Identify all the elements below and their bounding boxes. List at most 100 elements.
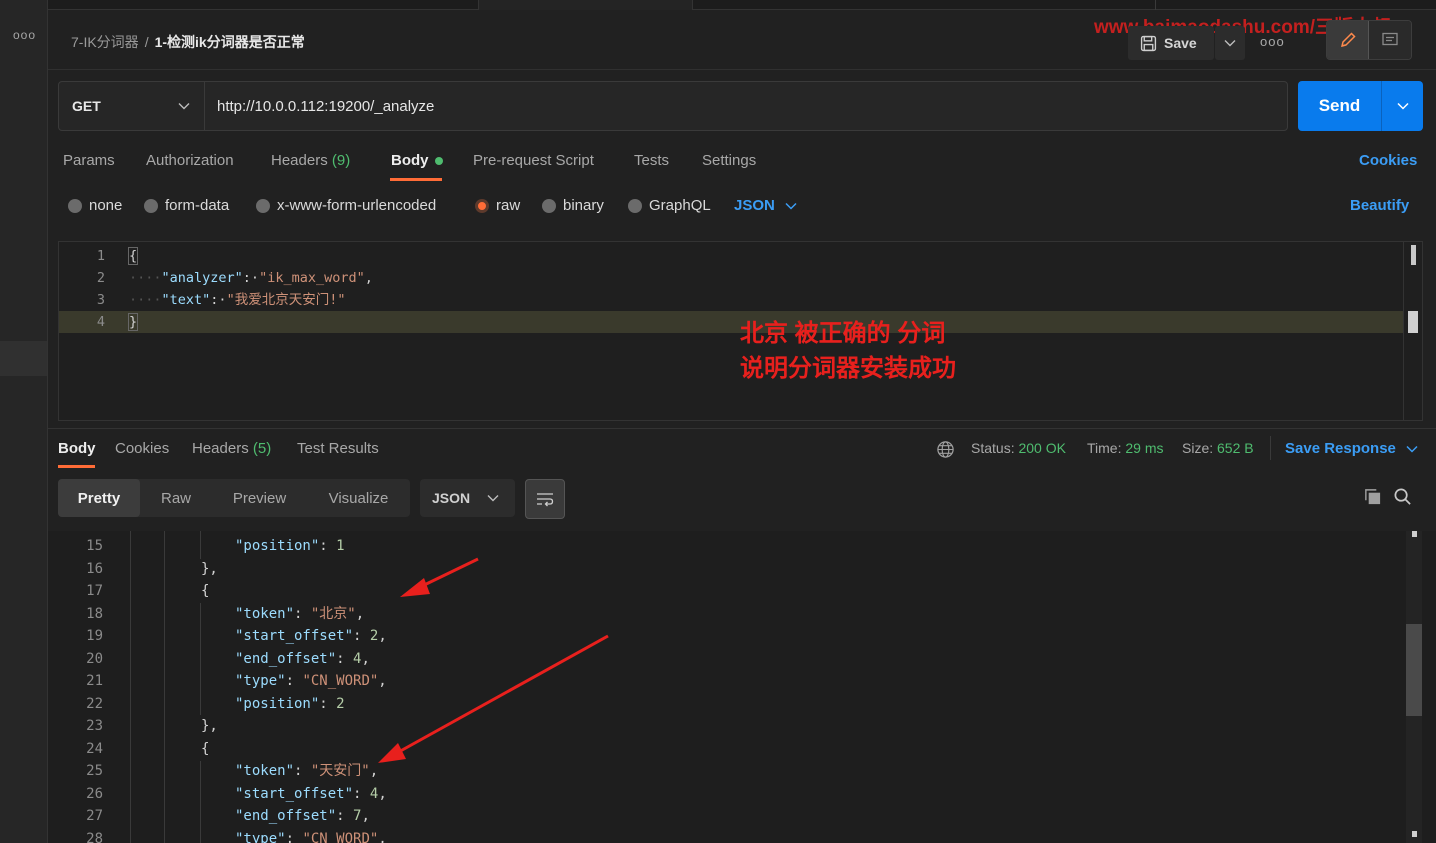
view-pretty[interactable]: Pretty	[58, 479, 140, 517]
tab-headers[interactable]: Headers (9)	[271, 152, 350, 169]
body-type-urlencoded[interactable]: x-www-form-urlencoded	[256, 197, 436, 214]
documentation-mode-button[interactable]	[1369, 21, 1411, 59]
body-type-label: form-data	[165, 197, 230, 214]
tab-tests[interactable]: Tests	[634, 152, 669, 169]
scroll-up-arrow-icon[interactable]	[1412, 531, 1417, 537]
body-type-graphql[interactable]: GraphQL	[628, 197, 711, 214]
view-visualize[interactable]: Visualize	[307, 479, 410, 517]
line-number: 27	[86, 808, 103, 824]
tab-body[interactable]: Body	[391, 152, 443, 169]
code-content: "position": 1	[235, 538, 345, 554]
tab-params[interactable]: Params	[63, 152, 115, 169]
chevron-down-icon	[487, 495, 499, 502]
status-divider	[1270, 436, 1271, 460]
code-text: }	[127, 313, 139, 331]
breadcrumb-request-name[interactable]: 1-检测ik分词器是否正常	[155, 34, 305, 50]
tab-pre-request-script[interactable]: Pre-request Script	[473, 152, 594, 169]
annotation-line-2: 说明分词器安装成功	[740, 355, 956, 382]
json-key: "token"	[235, 763, 295, 779]
copy-icon[interactable]	[1363, 487, 1382, 506]
json-value: 1	[336, 538, 345, 554]
response-line: 21 "type": "CN_WORD",	[48, 670, 1408, 693]
json-key: "analyzer"	[161, 270, 243, 286]
wrap-lines-button[interactable]	[525, 479, 565, 519]
response-tab-body[interactable]: Body	[58, 440, 96, 457]
response-tab-headers-count: (5)	[252, 440, 272, 457]
sidebar: ooo	[0, 0, 48, 843]
radio-icon	[542, 198, 556, 213]
radio-selected-icon	[475, 198, 489, 213]
response-tab-headers[interactable]: Headers (5)	[192, 440, 271, 457]
response-size[interactable]: Size: 652 B	[1182, 440, 1254, 456]
chevron-down-icon	[1396, 102, 1409, 110]
more-options-icon[interactable]: ooo	[1260, 34, 1285, 49]
punctuation: ,	[378, 628, 387, 644]
json-key: "token"	[235, 605, 295, 622]
save-button[interactable]: Save	[1128, 26, 1214, 60]
method-label: GET	[72, 98, 101, 114]
send-button[interactable]: Send	[1298, 81, 1382, 131]
scroll-down-arrow-icon[interactable]	[1412, 831, 1417, 837]
punctuation: ,	[369, 763, 379, 779]
search-icon[interactable]	[1393, 487, 1412, 506]
save-response-button[interactable]: Save Response	[1285, 440, 1418, 457]
response-divider[interactable]	[48, 428, 1436, 429]
response-tab-cookies[interactable]: Cookies	[115, 440, 169, 457]
save-dropdown-button[interactable]	[1215, 26, 1245, 60]
body-format-select[interactable]: JSON	[734, 197, 797, 214]
code-content: "token": "北京",	[235, 605, 365, 622]
globe-icon[interactable]	[936, 440, 955, 459]
code-text: },	[201, 718, 218, 734]
response-status[interactable]: Status: 200 OK	[971, 440, 1066, 456]
response-line: 24 {	[48, 738, 1408, 761]
editor-scrollbar[interactable]	[1411, 245, 1416, 265]
body-type-binary[interactable]: binary	[542, 197, 604, 214]
size-label: Size:	[1182, 440, 1214, 456]
send-options-button[interactable]	[1382, 81, 1423, 131]
more-icon[interactable]: ooo	[13, 28, 36, 42]
response-format-select[interactable]: JSON	[420, 479, 515, 517]
json-value: 2	[336, 695, 345, 712]
sidebar-selected-item[interactable]	[0, 341, 47, 376]
code-text: {	[127, 247, 139, 265]
active-response-tab-underline	[58, 465, 95, 468]
line-number: 17	[86, 583, 103, 599]
response-scroll-thumb[interactable]	[1406, 624, 1422, 716]
response-tab-test-results[interactable]: Test Results	[297, 440, 379, 457]
punctuation: ,	[378, 785, 387, 802]
view-preview[interactable]: Preview	[212, 479, 307, 517]
code-content: "start_offset": 4,	[235, 785, 387, 802]
response-body-viewer[interactable]: 15 "position": 1 16}, 17 {18 "token": "北京", 19…	[48, 531, 1436, 843]
editor-gutter-divider	[1403, 242, 1404, 420]
json-value: "ik_max_word"	[259, 270, 365, 286]
view-raw[interactable]: Raw	[140, 479, 212, 517]
cookies-link[interactable]: Cookies	[1359, 152, 1417, 169]
body-type-form-data[interactable]: form-data	[144, 197, 229, 214]
body-type-label: binary	[563, 197, 604, 214]
radio-icon	[256, 198, 270, 213]
json-key: "start_offset"	[235, 628, 354, 644]
editor-scroll-thumb[interactable]	[1408, 311, 1418, 333]
body-type-raw[interactable]: raw	[475, 197, 520, 214]
annotation-line-1: 北京 被正确的 分词	[740, 320, 946, 347]
punctuation: ,	[378, 830, 387, 843]
response-time[interactable]: Time: 29 ms	[1087, 440, 1164, 456]
punctuation: ,	[355, 605, 365, 622]
tab-authorization[interactable]: Authorization	[146, 152, 234, 169]
url-bar: GET http://10.0.0.112:19200/_analyze	[58, 81, 1288, 131]
url-input[interactable]: http://10.0.0.112:19200/_analyze	[205, 82, 434, 130]
edit-mode-button[interactable]	[1327, 21, 1369, 59]
tab-settings[interactable]: Settings	[702, 152, 756, 169]
json-value: "天安门"	[310, 763, 370, 779]
breadcrumb-collection[interactable]: 7-IK分词器	[71, 34, 139, 50]
json-value: "我爱北京天安门!"	[226, 292, 346, 308]
json-value: "CN_WORD"	[302, 673, 379, 689]
method-select[interactable]: GET	[59, 82, 205, 130]
code-content: "end_offset": 4,	[235, 650, 370, 667]
beautify-link[interactable]: Beautify	[1350, 197, 1409, 214]
code-content: {	[201, 738, 209, 761]
body-type-none[interactable]: none	[68, 197, 122, 214]
time-value: 29 ms	[1125, 440, 1164, 456]
request-tab[interactable]	[478, 0, 693, 10]
chevron-down-icon	[178, 103, 190, 110]
